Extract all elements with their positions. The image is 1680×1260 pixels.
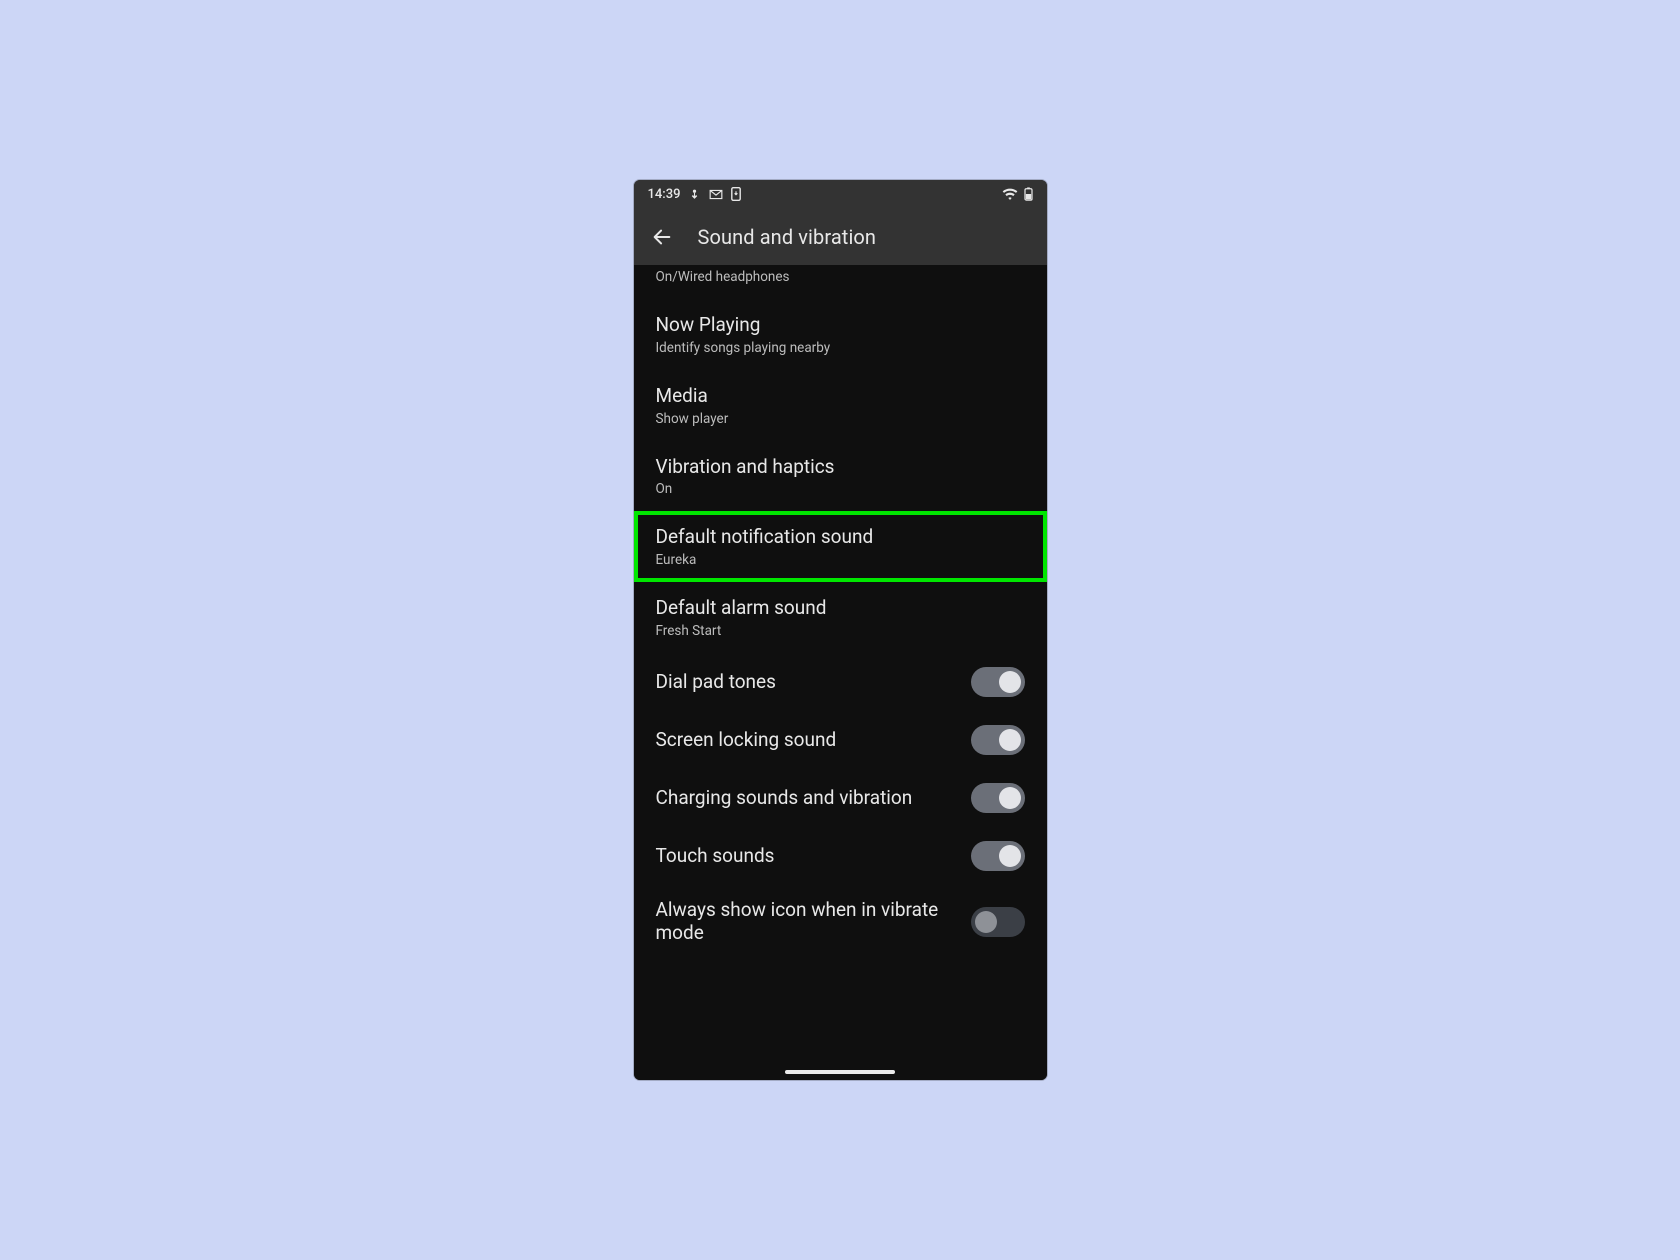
setting-title: Default alarm sound bbox=[656, 596, 1025, 620]
canvas-background: 14:39 bbox=[0, 0, 1680, 1260]
setting-item-touch-sounds[interactable]: Touch sounds bbox=[634, 827, 1047, 885]
setting-item-media[interactable]: Media Show player bbox=[634, 370, 1047, 441]
setting-subtitle: On bbox=[656, 481, 1025, 497]
setting-subtitle: Eureka bbox=[656, 552, 1025, 568]
toggle-knob bbox=[999, 845, 1021, 867]
toggle-touch-sounds[interactable] bbox=[971, 841, 1025, 871]
setting-item-prev-partial[interactable]: On/Wired headphones bbox=[634, 265, 1047, 299]
toggle-knob bbox=[975, 911, 997, 933]
setting-title: Media bbox=[656, 384, 1025, 408]
setting-subtitle: Identify songs playing nearby bbox=[656, 340, 1025, 356]
wifi-icon bbox=[1002, 188, 1018, 200]
gesture-nav-pill[interactable] bbox=[785, 1070, 895, 1074]
toggle-screen-locking-sound[interactable] bbox=[971, 725, 1025, 755]
toggle-charging-sounds[interactable] bbox=[971, 783, 1025, 813]
toggle-knob bbox=[999, 729, 1021, 751]
setting-title: Always show icon when in vibrate mode bbox=[656, 899, 961, 945]
setting-item-default-alarm-sound[interactable]: Default alarm sound Fresh Start bbox=[634, 582, 1047, 653]
setting-title: Charging sounds and vibration bbox=[656, 786, 961, 810]
setting-item-vibration-haptics[interactable]: Vibration and haptics On bbox=[634, 441, 1047, 512]
setting-item-vibrate-icon[interactable]: Always show icon when in vibrate mode bbox=[634, 885, 1047, 959]
back-button[interactable] bbox=[644, 219, 680, 255]
toggle-vibrate-icon[interactable] bbox=[971, 907, 1025, 937]
setting-subtitle: Fresh Start bbox=[656, 623, 1025, 639]
setting-item-now-playing[interactable]: Now Playing Identify songs playing nearb… bbox=[634, 299, 1047, 370]
setting-item-charging-sounds[interactable]: Charging sounds and vibration bbox=[634, 769, 1047, 827]
page-title: Sound and vibration bbox=[698, 225, 877, 249]
app-bar: Sound and vibration bbox=[634, 208, 1047, 265]
setting-subtitle: On/Wired headphones bbox=[656, 269, 1025, 285]
toggle-knob bbox=[999, 787, 1021, 809]
setting-title: Touch sounds bbox=[656, 844, 961, 868]
status-clock: 14:39 bbox=[648, 187, 681, 202]
phone-update-icon bbox=[731, 187, 741, 201]
toggle-knob bbox=[999, 671, 1021, 693]
setting-item-default-notification-sound[interactable]: Default notification sound Eureka bbox=[634, 511, 1047, 582]
setting-subtitle: Show player bbox=[656, 411, 1025, 427]
setting-title: Screen locking sound bbox=[656, 728, 961, 752]
toggle-dial-pad-tones[interactable] bbox=[971, 667, 1025, 697]
arrow-back-icon bbox=[651, 226, 673, 248]
status-bar: 14:39 bbox=[634, 180, 1047, 208]
touch-indicator-icon bbox=[688, 188, 701, 201]
setting-title: Now Playing bbox=[656, 313, 1025, 337]
settings-list[interactable]: On/Wired headphones Now Playing Identify… bbox=[634, 265, 1047, 1080]
setting-title: Vibration and haptics bbox=[656, 455, 1025, 479]
gmail-icon bbox=[709, 189, 723, 200]
setting-title: Default notification sound bbox=[656, 525, 1025, 549]
battery-icon bbox=[1024, 187, 1033, 201]
setting-item-dial-pad-tones[interactable]: Dial pad tones bbox=[634, 653, 1047, 711]
phone-frame: 14:39 bbox=[634, 180, 1047, 1080]
setting-item-screen-locking-sound[interactable]: Screen locking sound bbox=[634, 711, 1047, 769]
setting-title: Dial pad tones bbox=[656, 670, 961, 694]
